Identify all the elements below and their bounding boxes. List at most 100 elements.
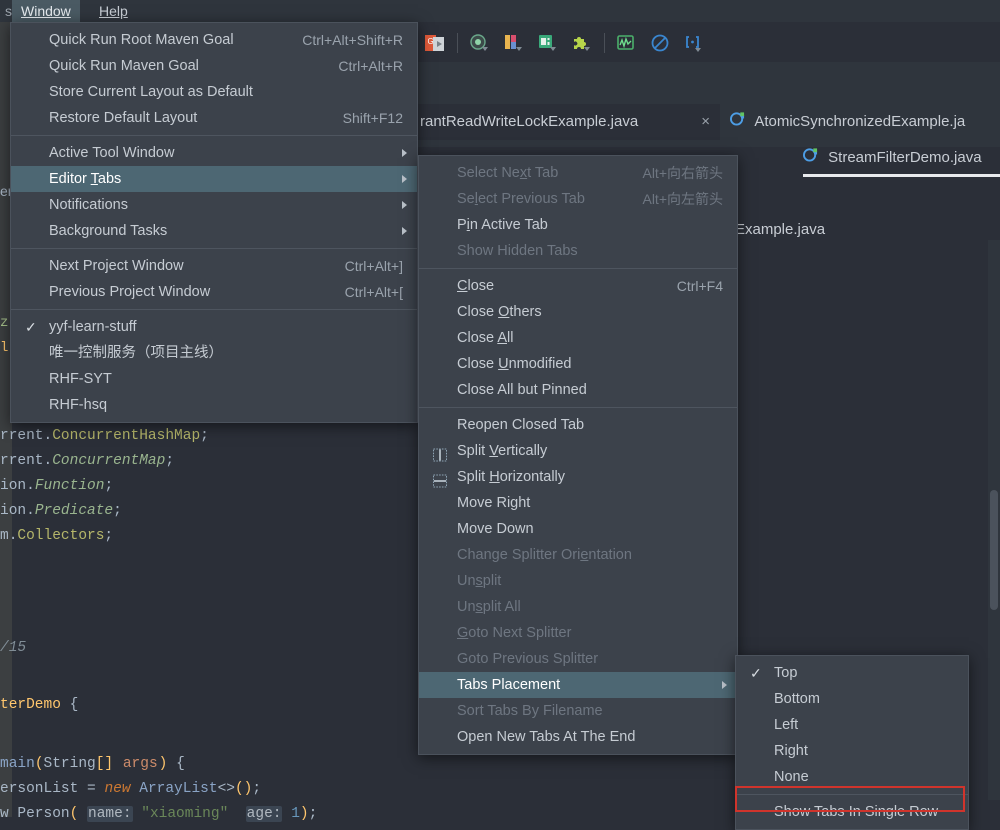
editor-vertical-scrollbar[interactable] xyxy=(988,240,1000,800)
menu-item-accel: Alt+向左箭头 xyxy=(642,186,723,212)
menu-item-select-next-tab[interactable]: Select Next Tab Alt+向右箭头 xyxy=(419,160,737,186)
code-with-me-icon[interactable] xyxy=(678,28,712,58)
profiler-icon[interactable] xyxy=(610,28,644,58)
menu-item-background-tasks[interactable]: Background Tasks xyxy=(11,218,417,244)
menubar-item-help[interactable]: Help xyxy=(90,0,137,22)
menu-item-show-tabs-in-single-row[interactable]: Show Tabs In Single Row xyxy=(736,799,968,825)
editor-tab-strip: rantReadWriteLockExample.java × AtomicSy… xyxy=(418,62,1000,147)
menu-separator-3 xyxy=(11,309,417,310)
menu-item-close-all[interactable]: Close All xyxy=(419,325,737,351)
menu-item-editor-tabs[interactable]: Editor Tabs xyxy=(11,166,417,192)
java-class-icon-2 xyxy=(803,140,818,176)
menu-item-split-vertically[interactable]: Split Vertically xyxy=(419,438,737,464)
menu-item-unsplit-all[interactable]: Unsplit All xyxy=(419,594,737,620)
menu-item-close-unmodified[interactable]: Close Unmodified xyxy=(419,351,737,377)
editor-tab-0-close-icon[interactable]: × xyxy=(701,104,710,140)
menu-item-change-splitter-orientation[interactable]: Change Splitter Orientation xyxy=(419,542,737,568)
menu-item-move-right[interactable]: Move Right xyxy=(419,490,737,516)
menu-item-placement-right[interactable]: Right xyxy=(736,738,968,764)
menu-item-show-hidden-tabs[interactable]: Show Hidden Tabs xyxy=(419,238,737,264)
menu-item-label: Select Previous Tab xyxy=(457,191,585,207)
menu-item-label: Unsplit All xyxy=(457,599,521,615)
menu-bar-background xyxy=(0,0,1000,22)
database-icon[interactable] xyxy=(497,28,531,58)
menu-item-close-all-but-pinned[interactable]: Close All but Pinned xyxy=(419,377,737,403)
menu-item-accel: Ctrl+Alt+] xyxy=(345,253,403,279)
menu-item-label: Previous Project Window xyxy=(49,284,210,300)
menu-item-open-new-tabs-at-the-end[interactable]: Open New Tabs At The End xyxy=(419,724,737,750)
editor-tab-3[interactable]: Example.java xyxy=(735,212,935,248)
no-entry-icon[interactable] xyxy=(644,28,678,58)
menu-item-accel: Ctrl+Alt+Shift+R xyxy=(302,27,403,53)
menu-item-label: Split Vertically xyxy=(457,443,547,459)
chevron-right-icon xyxy=(402,149,407,157)
code-line-2: ion.Function; xyxy=(0,474,113,499)
menu-item-split-horizontally[interactable]: Split Horizontally xyxy=(419,464,737,490)
menu-item-placement-left[interactable]: Left xyxy=(736,712,968,738)
menu-item-quick-run-root-maven-goal[interactable]: Quick Run Root Maven Goal Ctrl+Alt+Shift… xyxy=(11,27,417,53)
menu-item-placement-none[interactable]: None xyxy=(736,764,968,790)
menu-item-unsplit[interactable]: Unsplit xyxy=(419,568,737,594)
menu-item-label: Unsplit xyxy=(457,573,501,589)
submenu-separator-2 xyxy=(419,407,737,408)
menu-item-project-rhf-syt[interactable]: RHF-SYT xyxy=(11,366,417,392)
menu-item-move-down[interactable]: Move Down xyxy=(419,516,737,542)
menu-item-previous-project-window[interactable]: Previous Project Window Ctrl+Alt+[ xyxy=(11,279,417,305)
menu-item-label: Close xyxy=(457,278,494,294)
menubar-item-window[interactable]: Window xyxy=(12,0,80,22)
menu-item-tabs-placement[interactable]: Tabs Placement xyxy=(419,672,737,698)
menu-item-restore-default-layout[interactable]: Restore Default Layout Shift+F12 xyxy=(11,105,417,131)
menu-item-accel: Ctrl+Alt+[ xyxy=(345,279,403,305)
menu-item-store-current-layout-as-default[interactable]: Store Current Layout as Default xyxy=(11,79,417,105)
menu-item-label: Notifications xyxy=(49,197,128,213)
scrollbar-thumb[interactable] xyxy=(990,490,998,610)
menu-item-close[interactable]: Close Ctrl+F4 xyxy=(419,273,737,299)
menu-item-label: Show Hidden Tabs xyxy=(457,243,578,259)
menu-item-label: Goto Previous Splitter xyxy=(457,651,598,667)
menu-item-project-yyf-learn-stuff[interactable]: ✓ yyf-learn-stuff xyxy=(11,314,417,340)
menu-item-label: Select Next Tab xyxy=(457,165,558,181)
menu-separator xyxy=(11,135,417,136)
menu-item-label: Next Project Window xyxy=(49,258,184,274)
menu-item-label: Show Tabs In Single Row xyxy=(774,804,938,820)
menu-item-project-unique-control-service[interactable]: 唯一控制服务（项目主线） xyxy=(11,340,417,366)
menu-item-goto-next-splitter[interactable]: Goto Next Splitter xyxy=(419,620,737,646)
menu-item-label: Active Tool Window xyxy=(49,145,174,161)
split-horizontally-icon xyxy=(433,471,447,484)
menu-item-goto-previous-splitter[interactable]: Goto Previous Splitter xyxy=(419,646,737,672)
code-editor[interactable]: rrent.ConcurrentHashMap; rrent.Concurren… xyxy=(0,390,418,817)
record-icon[interactable] xyxy=(463,28,497,58)
menu-item-placement-bottom[interactable]: Bottom xyxy=(736,686,968,712)
editor-tab-1-label: AtomicSynchronizedExample.ja xyxy=(754,113,965,130)
menu-item-next-project-window[interactable]: Next Project Window Ctrl+Alt+] xyxy=(11,253,417,279)
menu-item-select-previous-tab[interactable]: Select Previous Tab Alt+向左箭头 xyxy=(419,186,737,212)
chevron-right-icon xyxy=(722,681,727,689)
menu-item-sort-tabs-by-filename[interactable]: Sort Tabs By Filename xyxy=(419,698,737,724)
editor-tab-1[interactable]: AtomicSynchronizedExample.ja xyxy=(730,104,1000,140)
menu-item-label: Close All xyxy=(457,330,513,346)
menu-item-label: Goto Next Splitter xyxy=(457,625,571,641)
menu-item-active-tool-window[interactable]: Active Tool Window xyxy=(11,140,417,166)
menu-item-label: Quick Run Root Maven Goal xyxy=(49,32,234,48)
menu-item-label: Close Unmodified xyxy=(457,356,571,372)
menu-item-accel: Shift+F12 xyxy=(343,105,403,131)
menu-item-label: Reopen Closed Tab xyxy=(457,417,584,433)
menu-item-placement-top[interactable]: ✓ Top xyxy=(736,660,968,686)
placement-separator xyxy=(736,794,968,795)
menu-item-quick-run-maven-goal[interactable]: Quick Run Maven Goal Ctrl+Alt+R xyxy=(11,53,417,79)
code-list-init-fragment: ersonList = new ArrayList<>(); xyxy=(0,777,261,802)
menu-item-pin-active-tab[interactable]: Pin Active Tab xyxy=(419,212,737,238)
menu-item-label: Tabs Placement xyxy=(457,677,560,693)
menu-item-label: Editor Tabs xyxy=(49,171,121,187)
editor-tab-0[interactable]: rantReadWriteLockExample.java × xyxy=(416,104,720,140)
menu-item-label: Background Tasks xyxy=(49,223,167,239)
ide-root: s Window Help G xyxy=(0,0,1000,817)
editor-tab-2[interactable]: StreamFilterDemo.java xyxy=(803,140,1000,176)
menu-item-reopen-closed-tab[interactable]: Reopen Closed Tab xyxy=(419,412,737,438)
bookmark-icon[interactable] xyxy=(531,28,565,58)
run-config-icon[interactable]: G xyxy=(418,28,452,58)
menu-item-notifications[interactable]: Notifications xyxy=(11,192,417,218)
plugin-icon[interactable] xyxy=(565,28,599,58)
menu-item-project-rhf-hsq[interactable]: RHF-hsq xyxy=(11,392,417,418)
menu-item-close-others[interactable]: Close Others xyxy=(419,299,737,325)
